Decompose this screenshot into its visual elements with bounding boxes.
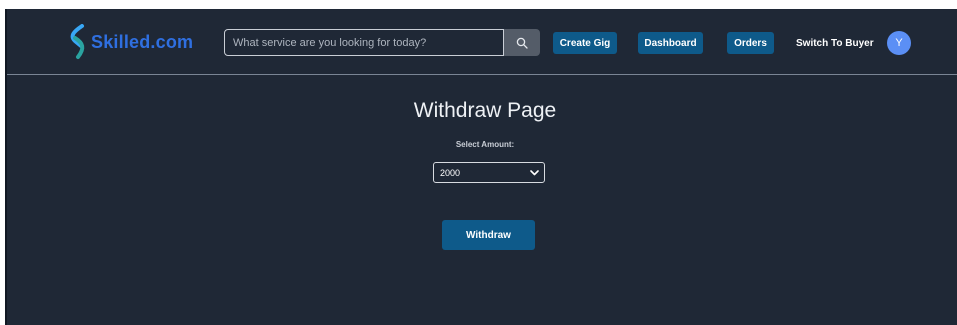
amount-select[interactable]: 2000 <box>433 162 545 183</box>
amount-label: Select Amount: <box>455 140 515 149</box>
chevron-down-icon <box>530 169 539 175</box>
s-swoosh-logo-icon <box>70 24 85 59</box>
navbar: Skilled.com Create Gig Dashboard Orders … <box>7 9 957 75</box>
search-icon <box>516 37 528 49</box>
page-title: Withdraw Page <box>413 99 557 122</box>
orders-button[interactable]: Orders <box>727 32 774 54</box>
brand-logo[interactable]: Skilled.com <box>67 24 193 60</box>
search-bar <box>224 29 540 56</box>
switch-to-buyer-link[interactable]: Switch To Buyer <box>796 32 874 54</box>
avatar[interactable]: Y <box>887 31 911 55</box>
search-input[interactable] <box>224 29 504 56</box>
brand-name: Skilled.com <box>91 31 194 52</box>
create-gig-button[interactable]: Create Gig <box>553 32 617 54</box>
dashboard-button[interactable]: Dashboard <box>638 32 703 54</box>
app-window: Skilled.com Create Gig Dashboard Orders … <box>5 9 957 325</box>
search-button[interactable] <box>504 29 540 56</box>
amount-selected-value: 2000 <box>440 167 461 178</box>
withdraw-button[interactable]: Withdraw <box>442 220 535 250</box>
